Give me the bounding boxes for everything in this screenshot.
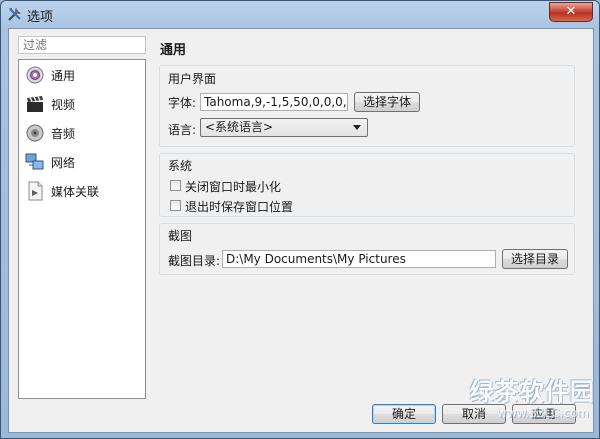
watermark: 绿茶软件园 www.33LC.com [385,372,595,432]
minimize-on-close-checkbox[interactable] [170,180,181,191]
close-button[interactable]: ✕ [549,2,593,22]
choose-font-button[interactable]: 选择字体 [354,92,420,112]
group-title: 截图 [168,229,193,243]
choose-dir-button[interactable]: 选择目录 [502,249,568,269]
watermark-name: 绿茶软件园 [470,378,595,406]
network-icon [25,153,44,170]
tools-icon [8,8,21,21]
language-select[interactable]: <系统语言> [200,118,368,137]
category-label: 媒体关联 [51,185,100,199]
screenshot-dir-label: 截图目录: [168,254,221,268]
media-file-icon [28,181,43,201]
category-item-network[interactable]: 网络 [19,147,145,176]
system-group: 系统 关闭窗口时最小化 退出时保存窗口位置 [159,153,575,217]
group-title: 用户界面 [168,72,217,86]
category-label: 视频 [51,98,76,112]
category-list: 通用 视频 音频 网络 媒体关联 [18,59,146,399]
category-item-audio[interactable]: 音频 [19,118,145,147]
ui-group: 用户界面 字体: Tahoma,9,-1,5,50,0,0,0,0,0 选择字体… [159,65,575,147]
screenshot-group: 截图 截图目录: D:\My Documents\My Pictures 选择目… [159,223,575,275]
window-title: 选项 [27,10,54,25]
category-label: 通用 [51,69,76,83]
save-window-pos-checkbox[interactable] [170,200,181,211]
font-field[interactable]: Tahoma,9,-1,5,50,0,0,0,0,0 [200,93,348,111]
title-bar[interactable]: 选项 ✕ [1,1,599,27]
dropdown-arrow-icon [353,125,361,130]
options-dialog: 选项 ✕ 通用 视频 [0,0,600,439]
watermark-url: www.33LC.com [497,406,589,420]
speaker-icon [26,124,44,142]
save-window-pos-label[interactable]: 退出时保存窗口位置 [185,198,293,215]
font-label: 字体: [168,96,197,110]
category-item-media-association[interactable]: 媒体关联 [19,176,145,205]
group-title: 系统 [168,159,193,173]
page-title: 通用 [160,43,187,58]
language-label: 语言: [168,123,197,137]
category-item-general[interactable]: 通用 [19,60,145,89]
gear-icon [26,66,44,84]
category-label: 音频 [51,127,76,141]
category-label: 网络 [51,156,76,170]
language-selected-value: <系统语言> [205,120,274,134]
filter-input[interactable] [18,36,146,54]
close-icon: ✕ [565,4,577,19]
minimize-on-close-label[interactable]: 关闭窗口时最小化 [185,178,281,195]
clapperboard-icon [27,96,43,112]
screenshot-dir-field[interactable]: D:\My Documents\My Pictures [222,250,496,268]
category-item-video[interactable]: 视频 [19,89,145,118]
